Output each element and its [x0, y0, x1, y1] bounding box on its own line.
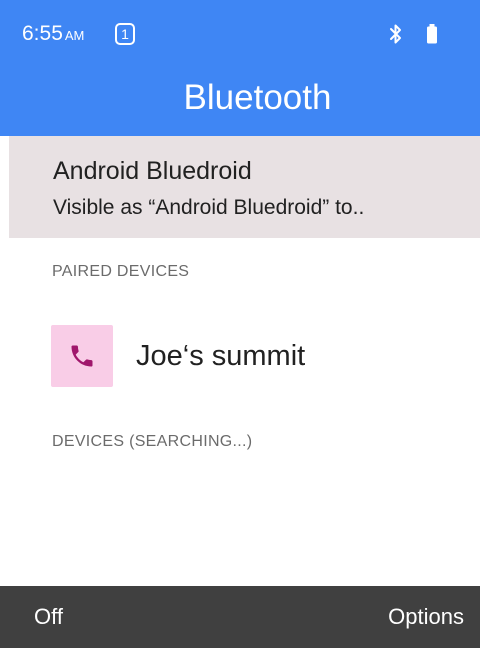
notification-count-badge: 1	[115, 23, 135, 45]
bluetooth-icon	[390, 24, 401, 44]
paired-device-item[interactable]: Joe‘s summit	[0, 320, 480, 392]
status-bar: 6:55 AM 1	[0, 0, 480, 56]
clock-ampm: AM	[64, 28, 85, 43]
battery-icon	[427, 24, 437, 44]
paired-device-name: Joe‘s summit	[136, 340, 306, 372]
device-icon-container	[51, 325, 113, 387]
local-device-info[interactable]: Android Bluedroid Visible as “Android Bl…	[9, 136, 480, 238]
local-device-visibility: Visible as “Android Bluedroid” to..	[53, 196, 365, 219]
phone-icon	[71, 345, 93, 367]
paired-devices-header: PAIRED DEVICES	[52, 263, 190, 280]
available-devices-header: DEVICES (SEARCHING...)	[52, 433, 253, 450]
options-softkey[interactable]: Options	[388, 604, 464, 630]
off-softkey[interactable]: Off	[34, 604, 63, 630]
softkey-bar: Off Options	[0, 586, 480, 648]
local-device-name: Android Bluedroid	[53, 157, 252, 185]
page-title: Bluetooth	[183, 78, 332, 117]
clock-time: 6:55	[22, 22, 63, 45]
bluetooth-screen: 6:55 AM 1 Bluetooth Android Bluedroid Vis…	[0, 0, 480, 648]
app-header: 6:55 AM 1 Bluetooth	[0, 0, 480, 136]
status-clock: 6:55 AM	[22, 22, 84, 48]
